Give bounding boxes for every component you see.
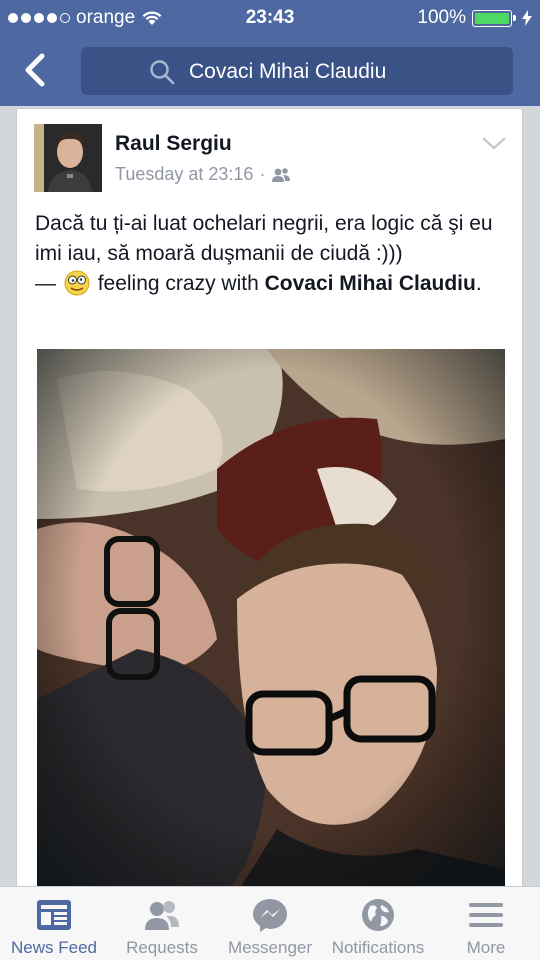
search-icon bbox=[150, 60, 175, 85]
feeling-text: feeling crazy with bbox=[97, 272, 259, 295]
search-bar[interactable]: Covaci Mihai Claudiu bbox=[81, 47, 513, 95]
post-card: Raul Sergiu Tuesday at 23:16 · Dacă tu ț… bbox=[16, 108, 523, 909]
author-avatar[interactable] bbox=[34, 124, 102, 192]
tab-requests[interactable]: Requests bbox=[108, 895, 216, 958]
battery-status: 100% bbox=[417, 7, 532, 29]
crazy-emoji-icon bbox=[64, 270, 90, 296]
post-timestamp[interactable]: Tuesday at 23:16 bbox=[115, 164, 253, 185]
tab-label: News Feed bbox=[11, 938, 97, 957]
status-bar: orange 23:43 100% bbox=[0, 0, 540, 36]
news-feed-icon bbox=[37, 900, 71, 930]
tab-label: More bbox=[466, 938, 506, 957]
post-dash: — bbox=[35, 272, 56, 295]
friends-audience-icon[interactable] bbox=[271, 167, 291, 183]
post-options-chevron-icon[interactable] bbox=[482, 137, 506, 151]
battery-label: 100% bbox=[417, 7, 466, 28]
tab-more[interactable]: More bbox=[432, 895, 540, 958]
charging-icon bbox=[522, 10, 532, 26]
tagged-person[interactable]: Covaci Mihai Claudiu bbox=[265, 272, 476, 295]
tab-news-feed[interactable]: News Feed bbox=[0, 895, 108, 958]
back-chevron-icon[interactable] bbox=[20, 50, 52, 90]
post-period: . bbox=[475, 272, 482, 295]
tab-label: Requests bbox=[126, 938, 198, 957]
tab-label: Messenger bbox=[227, 938, 313, 957]
tab-messenger[interactable]: Messenger bbox=[216, 895, 324, 958]
tab-notifications[interactable]: Notifications bbox=[324, 895, 432, 958]
meta-separator: · bbox=[259, 164, 266, 184]
post-meta: Tuesday at 23:16 · bbox=[115, 164, 291, 185]
tab-label: Notifications bbox=[331, 938, 425, 957]
post-text: Dacă tu ți-ai luat ochelari negrii, era … bbox=[35, 209, 510, 299]
battery-icon bbox=[472, 9, 516, 27]
author-name[interactable]: Raul Sergiu bbox=[115, 132, 232, 156]
app-header: orange 23:43 100% Covaci Mihai Claudiu bbox=[0, 0, 540, 106]
post-message: Dacă tu ți-ai luat ochelari negrii, era … bbox=[35, 212, 493, 265]
tab-bar: News Feed Requests Messenger Notificatio… bbox=[0, 886, 540, 960]
notifications-icon bbox=[362, 899, 394, 931]
more-icon bbox=[469, 903, 503, 927]
search-query: Covaci Mihai Claudiu bbox=[189, 60, 387, 83]
post-photo[interactable] bbox=[37, 349, 505, 909]
messenger-icon bbox=[253, 899, 287, 932]
requests-icon bbox=[145, 901, 179, 930]
